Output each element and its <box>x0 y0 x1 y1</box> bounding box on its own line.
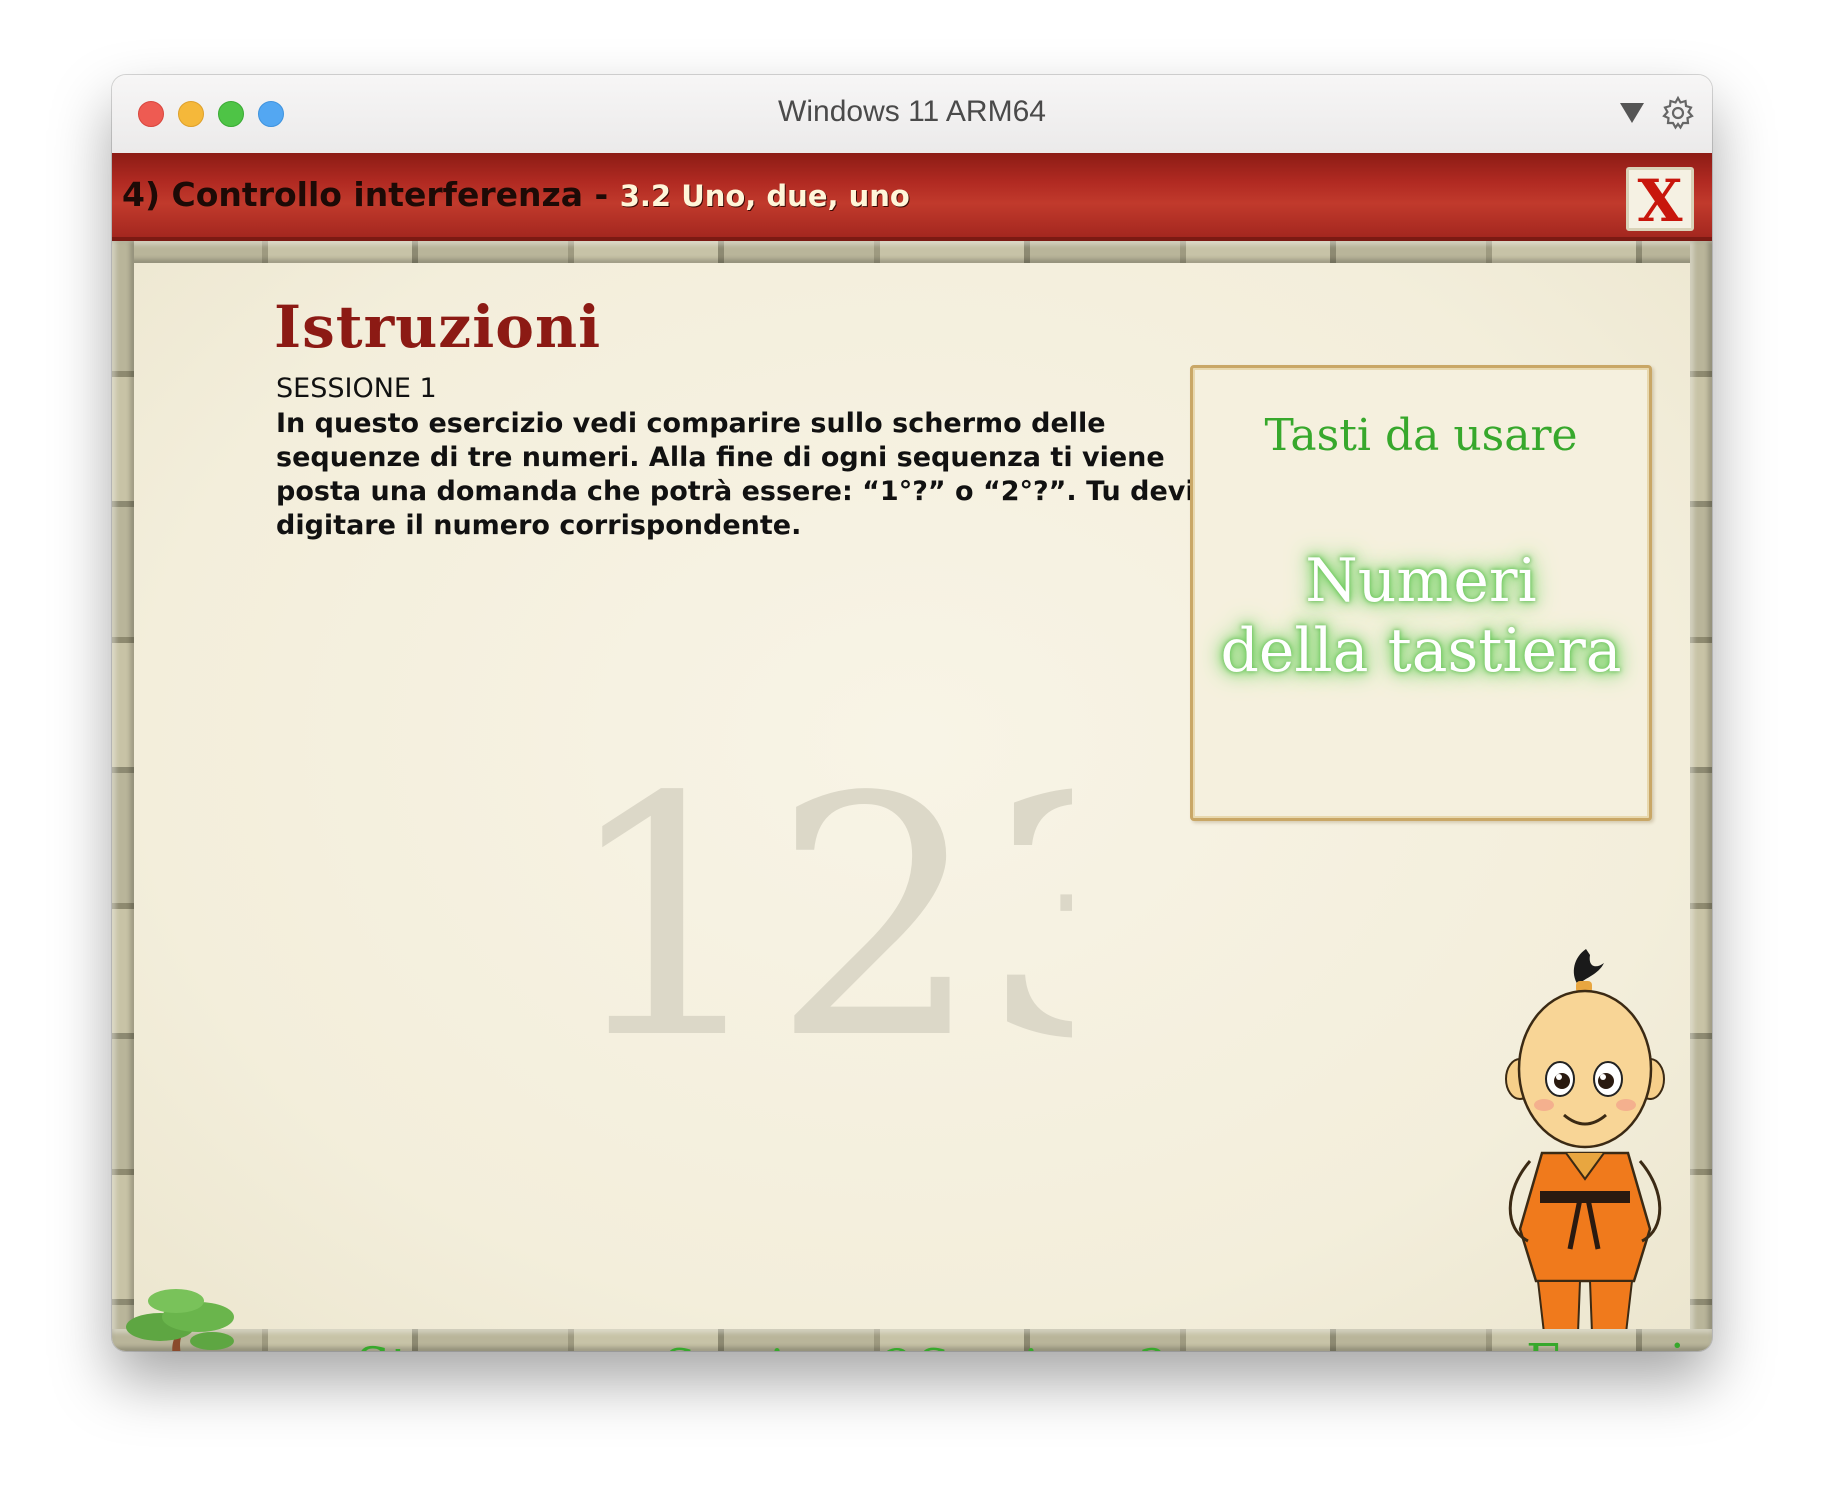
exercise-header: 4) Controllo interferenza - 3.2 Uno, due… <box>112 153 1712 241</box>
keys-value-line2: della tastiera <box>1220 616 1622 686</box>
exercise-title: 4) Controllo interferenza - 3.2 Uno, due… <box>122 175 910 214</box>
bamboo-frame-left <box>112 241 134 1351</box>
keys-value: Numeri della tastiera <box>1193 546 1649 686</box>
print-button[interactable]: Stampa <box>356 1337 549 1351</box>
bamboo-frame-top <box>112 241 1712 263</box>
session-3-button[interactable]: Sessione 3 <box>918 1339 1167 1351</box>
title-separator: - <box>583 175 620 214</box>
watermark-text: 123 <box>562 727 1072 1111</box>
exercise-category: 4) Controllo interferenza <box>122 175 584 214</box>
gear-icon[interactable] <box>1660 95 1696 131</box>
session-label: SESSIONE 1 <box>276 373 437 404</box>
keys-title: Tasti da usare <box>1264 410 1578 461</box>
numbers-watermark: 123 <box>562 727 1072 1111</box>
monk-mascot-illustration <box>1505 949 1665 1351</box>
window-titlebar: Windows 11 ARM64 <box>112 75 1712 154</box>
close-exercise-button[interactable]: X <box>1626 167 1694 232</box>
keys-value-line1: Numeri <box>1305 546 1537 616</box>
instructions-text: In questo esercizio vedi comparire sullo… <box>276 408 1195 541</box>
session-2-button[interactable]: Sessione 2 <box>664 1339 913 1351</box>
start-exercise-button[interactable]: Esercizio > <box>1526 1333 1712 1351</box>
triangle-down-icon[interactable] <box>1614 95 1650 131</box>
instructions-heading: Istruzioni <box>274 293 602 361</box>
bonsai-tree-illustration <box>126 1289 234 1351</box>
exercise-subtitle: 3.2 Uno, due, uno <box>619 179 910 213</box>
app-window: Windows 11 ARM64 4) Controllo interferen… <box>112 75 1712 1351</box>
keys-panel: Tasti da usare Numeri della tastiera <box>1190 365 1652 821</box>
window-title: Windows 11 ARM64 <box>778 95 1046 128</box>
exercise-app: 4) Controllo interferenza - 3.2 Uno, due… <box>112 153 1712 1351</box>
